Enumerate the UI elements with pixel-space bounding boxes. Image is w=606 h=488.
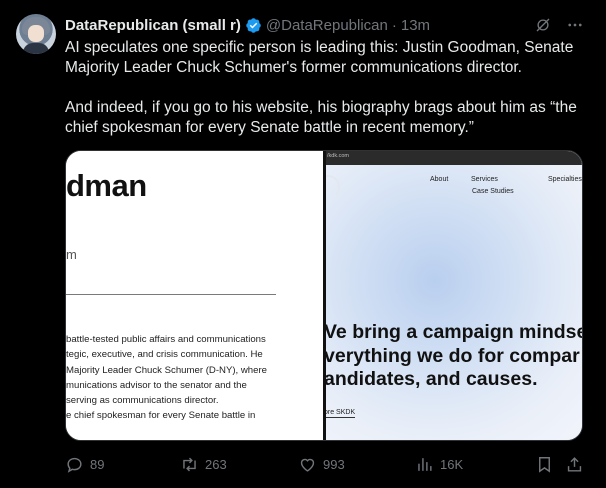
bookmark-icon	[539, 457, 550, 473]
reply-button[interactable]: 89	[65, 455, 104, 474]
browser-url: /kdk.com	[327, 153, 350, 159]
tweet-text: AI speculates one specific person is lea…	[65, 38, 585, 138]
reply-icon	[67, 457, 82, 473]
tweet-paragraph: AI speculates one specific person is lea…	[65, 39, 574, 76]
bio-title: dman	[66, 168, 147, 203]
like-button[interactable]: 993	[298, 455, 345, 474]
hero-line: verything we do for compar	[326, 344, 580, 367]
like-count: 993	[323, 457, 345, 472]
engagement-bar: 89 263 993 16K	[65, 455, 587, 475]
bio-line: e chief spokesman for every Senate battl…	[66, 410, 256, 422]
hero-line: Ve bring a campaign mindse	[326, 321, 583, 343]
tweet-header: DataRepublican (small r) @DataRepublican…	[65, 15, 430, 35]
avatar[interactable]	[16, 14, 56, 54]
share-button[interactable]	[565, 455, 584, 474]
bio-subtitle: m	[66, 247, 77, 262]
hero-line: andidates, and causes.	[326, 368, 538, 390]
tweet-paragraph: And indeed, if you go to his website, hi…	[65, 99, 577, 136]
media-attachment[interactable]: dman m battle-tested public affairs and …	[65, 150, 583, 441]
timestamp[interactable]: 13m	[401, 17, 430, 34]
explore-link: ore SKDK	[326, 409, 356, 418]
bio-line: Majority Leader Chuck Schumer (D-NY), wh…	[66, 364, 268, 376]
heart-icon	[300, 458, 315, 472]
more-icon[interactable]	[566, 16, 584, 34]
website-screenshot: /kdk.com About Services Specialties Case…	[326, 151, 583, 440]
views-count: 16K	[440, 457, 464, 472]
handle[interactable]: @DataRepublican	[266, 17, 388, 34]
bio-line: munications advisor to the senator and t…	[66, 379, 247, 391]
browser-bar: /kdk.com	[326, 151, 582, 165]
verified-badge-icon	[246, 17, 261, 33]
share-icon	[567, 457, 582, 472]
hero-headline: Ve bring a campaign mindse verything we …	[326, 321, 583, 392]
separator-dot: ·	[391, 16, 397, 34]
nav-about: About	[430, 176, 449, 183]
views-button[interactable]: 16K	[415, 455, 463, 474]
reply-count: 89	[90, 457, 105, 472]
biography-screenshot: dman m battle-tested public affairs and …	[66, 151, 324, 440]
bio-rule	[66, 294, 276, 295]
repost-count: 263	[205, 457, 227, 472]
views-icon	[418, 458, 432, 471]
nav-case-studies: Case Studies	[472, 188, 514, 195]
display-name[interactable]: DataRepublican (small r)	[65, 17, 241, 34]
repost-icon	[183, 457, 196, 472]
bio-line: tegic, executive, and crisis communicati…	[66, 349, 263, 361]
bookmark-button[interactable]	[535, 455, 554, 474]
repost-button[interactable]: 263	[180, 455, 227, 474]
top-actions	[534, 16, 584, 34]
bio-line: serving as communications director.	[66, 395, 219, 407]
nav-specialties: Specialties	[548, 176, 582, 183]
grok-icon[interactable]	[534, 16, 552, 34]
site-logo-icon	[326, 175, 340, 199]
bio-text: battle-tested public affairs and communi…	[66, 332, 324, 424]
bio-line: battle-tested public affairs and communi…	[66, 334, 266, 345]
tweet: DataRepublican (small r) @DataRepublican…	[0, 0, 606, 488]
nav-services: Services	[471, 176, 498, 183]
